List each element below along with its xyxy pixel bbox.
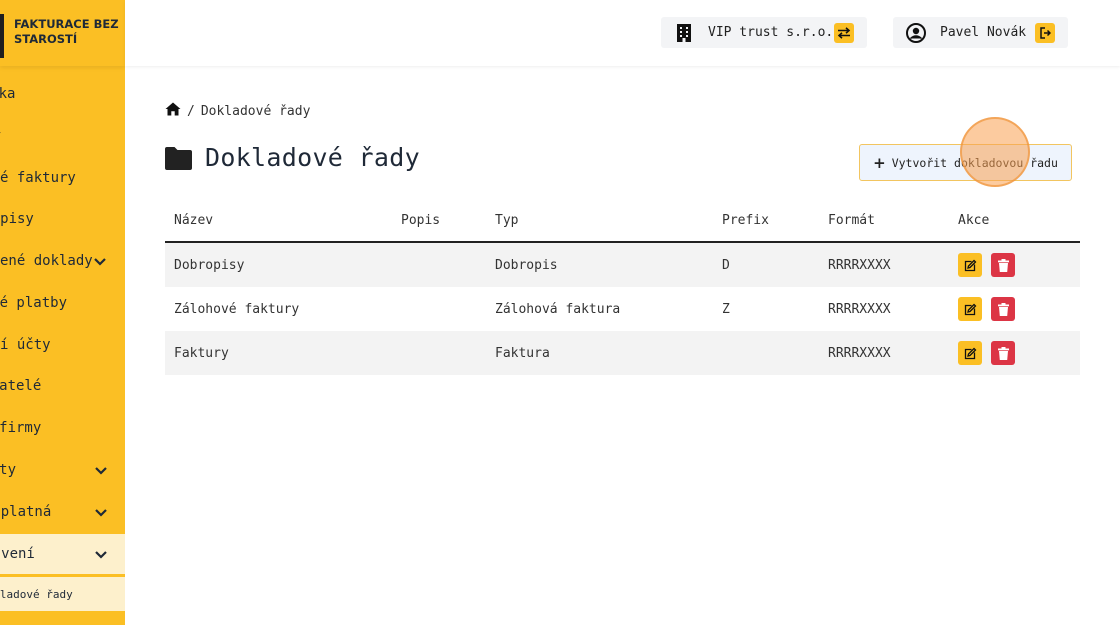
delete-button[interactable] [991,253,1015,277]
sidebar-item-invoices[interactable]: Faktury [0,116,125,156]
user-name: Pavel Novák [940,25,1027,40]
sidebar-item-bank-accounts[interactable]: Bankovní účty [0,325,125,365]
sidebar-item-exports[interactable]: Exporty [0,450,125,490]
chevron-down-icon [94,547,110,561]
delete-button[interactable] [991,341,1015,365]
sidebar-item-label: Bankovní účty [0,337,51,353]
cell-name: Zálohové faktury [174,301,300,317]
sidebar-item-subscriptions[interactable]: Předplatná [0,492,125,532]
sidebar-item-label: Faktury [0,128,125,144]
column-header-description[interactable]: Popis [401,199,440,241]
sidebar-item-label: Odběratelé [0,378,42,394]
sidebar-item-label: Dobropisy [0,211,34,227]
logout-icon[interactable] [1035,22,1055,43]
cell-type: Faktura [495,345,550,361]
plus-icon: + [873,153,886,172]
table-row: Zálohové faktury Zálohová faktura Z RRRR… [165,287,1080,331]
document-series-table: Název Popis Typ Prefix Formát Akce Dobro… [165,199,1080,375]
cell-type: Zálohová faktura [495,301,621,317]
company-switcher[interactable]: VIP trust s.r.o. [661,17,867,48]
logo-mark [0,14,4,58]
sidebar-item-my-companies[interactable]: Moje firmy [0,408,125,448]
user-menu[interactable]: Pavel Novák [893,17,1068,48]
cell-format: RRRRXXXX [828,257,891,273]
sidebar-subitem-document-series[interactable]: Dokladové řady [0,577,125,611]
edit-icon [964,347,976,359]
trash-icon [997,346,1009,360]
delete-button[interactable] [991,297,1015,321]
trash-icon [997,258,1009,272]
chevron-down-icon [94,463,110,477]
edit-button[interactable] [958,253,982,277]
edit-button[interactable] [958,297,982,321]
sidebar-item-dashboard[interactable]: Nástěnka [0,74,125,114]
sidebar: FAKTURACE BEZ STAROSTÍ Nástěnka Faktury … [0,0,125,625]
cell-format: RRRRXXXX [828,301,891,317]
logo-text: FAKTURACE BEZ STAROSTÍ [14,17,119,46]
sidebar-item-received-payments[interactable]: Přijaté platby [0,283,125,323]
user-avatar-icon [905,22,927,43]
breadcrumb-current: Dokladové řady [200,103,311,119]
create-document-series-button[interactable]: + Vytvořit dokladovou řadu [859,144,1072,181]
sidebar-item-label: Nástěnka [0,86,16,102]
edit-icon [964,259,976,271]
table-header: Název Popis Typ Prefix Formát Akce [165,199,1080,243]
edit-button[interactable] [958,341,982,365]
column-header-actions: Akce [958,212,990,228]
cell-prefix: Z [722,301,730,317]
column-header-type[interactable]: Typ [495,199,518,241]
sidebar-item-customers[interactable]: Odběratelé [0,366,125,406]
cell-prefix: D [722,257,730,273]
breadcrumb: / Dokladové řady [165,102,310,120]
breadcrumb-separator: / [187,103,195,119]
top-header: VIP trust s.r.o. Pavel Novák [125,0,1120,66]
home-icon[interactable] [165,102,181,120]
cell-format: RRRRXXXX [828,345,891,361]
column-header-name[interactable]: Název [174,199,213,241]
page-title: Dokladové řady [165,143,420,172]
sidebar-item-advance-invoices[interactable]: Zálohové faktury [0,158,125,198]
sidebar-item-unpaid-documents[interactable]: Neuhrazené doklady [0,241,125,281]
sidebar-item-label: Přijaté platby [0,295,68,311]
sidebar-item-credit-notes[interactable]: Dobropisy [0,199,125,239]
table-row: Faktury Faktura RRRRXXXX [165,331,1080,375]
cell-name: Dobropisy [174,257,245,273]
sidebar-item-label: Zálohové faktury [0,170,76,186]
chevron-down-icon [93,254,109,268]
cell-actions [958,287,1015,331]
column-header-format[interactable]: Formát [828,199,875,241]
sidebar-item-label: Moje firmy [0,420,42,436]
chevron-down-icon [94,505,110,519]
building-icon [673,23,695,42]
table-row: Dobropisy Dobropis D RRRRXXXX [165,243,1080,287]
company-name: VIP trust s.r.o. [708,25,834,40]
create-button-label: Vytvořit dokladovou řadu [891,155,1058,170]
edit-icon [964,303,976,315]
trash-icon [997,302,1009,316]
cell-actions [958,243,1015,287]
sidebar-subitem-label: Dokladové řady [0,587,73,601]
switch-arrows-icon[interactable] [834,22,854,43]
cell-name: Faktury [174,345,229,361]
folder-icon [165,146,192,170]
page-title-text: Dokladové řady [205,143,420,172]
column-header-prefix[interactable]: Prefix [722,199,769,241]
sidebar-item-settings[interactable]: Nastavení [0,534,125,574]
logo[interactable]: FAKTURACE BEZ STAROSTÍ [0,0,125,66]
cell-actions [958,331,1015,375]
cell-type: Dobropis [495,257,558,273]
